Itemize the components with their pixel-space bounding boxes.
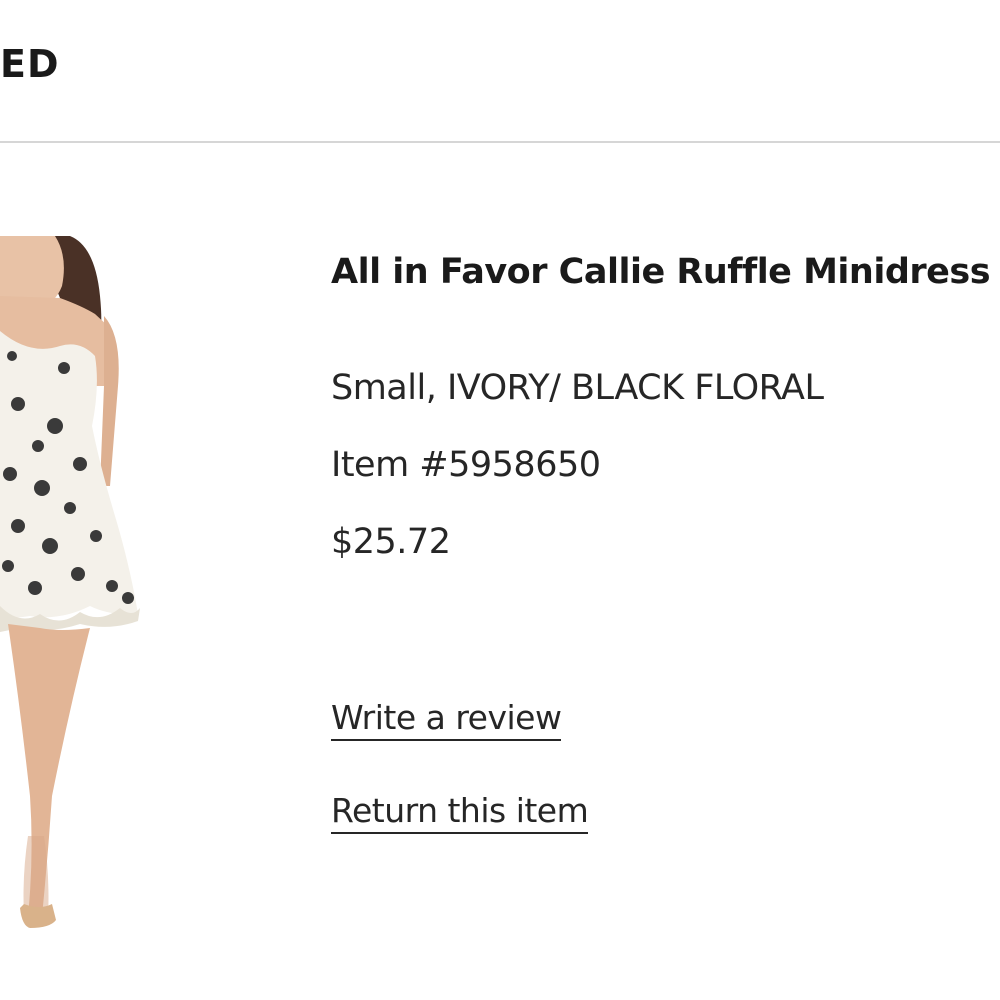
header-divider <box>0 141 1000 143</box>
item-number: Item #5958650 <box>331 445 601 485</box>
product-title[interactable]: All in Favor Callie Ruffle Minidress <box>331 250 991 294</box>
product-image[interactable] <box>0 236 150 936</box>
order-item-page: ED All in Favor Callie Ruffle Minidress … <box>0 0 1000 1000</box>
product-variant: Small, IVORY/ BLACK FLORAL <box>331 368 824 408</box>
order-status-heading: ED <box>0 42 60 86</box>
write-review-link[interactable]: Write a review <box>331 698 562 741</box>
product-price: $25.72 <box>331 522 451 562</box>
dress-model-photo <box>0 236 140 928</box>
return-item-link[interactable]: Return this item <box>331 791 589 834</box>
